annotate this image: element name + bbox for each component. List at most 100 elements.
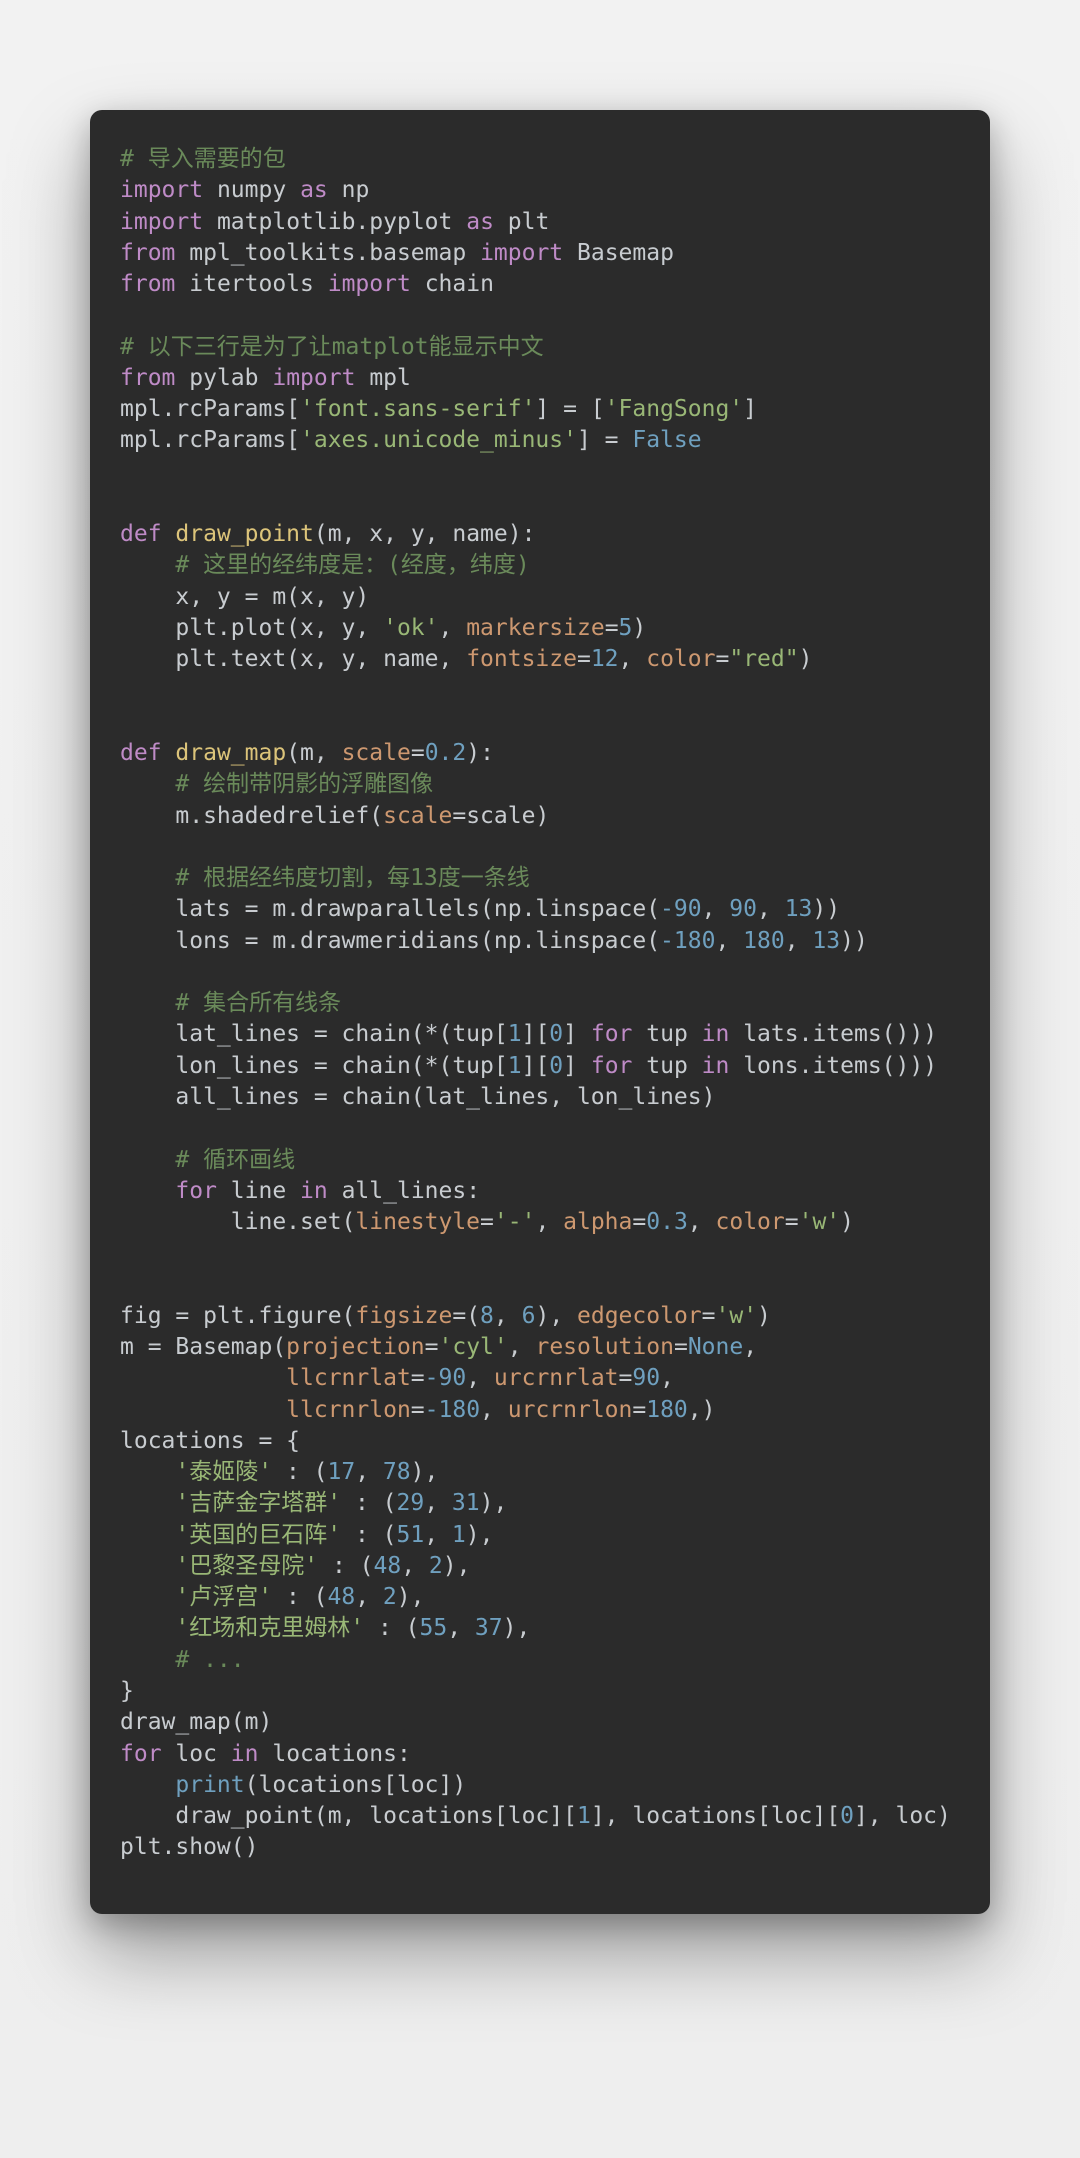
code-number: 1 bbox=[577, 1803, 591, 1829]
code-text: m = Basemap( bbox=[120, 1334, 286, 1360]
code-text: (m, bbox=[286, 740, 341, 766]
code-text: , bbox=[480, 1397, 508, 1423]
code-text: lons = m.drawmeridians(np.linspace( bbox=[175, 928, 660, 954]
code-keyword: in bbox=[231, 1741, 259, 1767]
code-keyword: for bbox=[120, 1741, 162, 1767]
code-text: , bbox=[401, 1553, 429, 1579]
code-comment: # 导入需要的包 bbox=[120, 146, 286, 172]
code-param: llcrnrlon bbox=[286, 1397, 411, 1423]
code-text: ] = bbox=[577, 427, 632, 453]
code-param: linestyle bbox=[355, 1209, 480, 1235]
code-text: : ( bbox=[341, 1522, 396, 1548]
code-text: ) bbox=[632, 615, 646, 641]
code-number: 78 bbox=[383, 1459, 411, 1485]
code-number: 17 bbox=[327, 1459, 355, 1485]
code-text: ), bbox=[411, 1459, 439, 1485]
code-text: draw_point(m, locations[loc][ bbox=[175, 1803, 577, 1829]
code-text: ), bbox=[480, 1490, 508, 1516]
code-keyword: in bbox=[702, 1053, 730, 1079]
code-text: , bbox=[619, 646, 647, 672]
code-keyword: import bbox=[120, 209, 203, 235]
code-text bbox=[120, 1397, 286, 1423]
code-comment: # ... bbox=[175, 1647, 244, 1673]
code-string: 'axes.unicode_minus' bbox=[300, 427, 577, 453]
code-text: ] bbox=[743, 396, 757, 422]
code-text: loc bbox=[162, 1741, 231, 1767]
code-number: 1 bbox=[452, 1522, 466, 1548]
code-text: ), bbox=[466, 1522, 494, 1548]
code-text: plt.show() bbox=[120, 1834, 258, 1860]
code-text: ], locations[loc][ bbox=[591, 1803, 840, 1829]
code-number: 12 bbox=[591, 646, 619, 672]
code-number: 5 bbox=[619, 615, 633, 641]
code-text: = bbox=[480, 1209, 494, 1235]
code-identifier: Basemap bbox=[577, 240, 674, 266]
code-keyword: from bbox=[120, 365, 175, 391]
code-keyword: import bbox=[480, 240, 563, 266]
code-param: color bbox=[646, 646, 715, 672]
code-function-name: draw_map bbox=[175, 740, 286, 766]
code-string: '泰姬陵' bbox=[175, 1459, 272, 1485]
code-text: tup bbox=[632, 1053, 701, 1079]
code-text: , bbox=[424, 1490, 452, 1516]
code-number: 1 bbox=[508, 1053, 522, 1079]
code-string: '-' bbox=[494, 1209, 536, 1235]
code-number: 2 bbox=[429, 1553, 443, 1579]
code-param: markersize bbox=[466, 615, 604, 641]
code-comment: # 绘制带阴影的浮雕图像 bbox=[175, 771, 433, 797]
code-keyword: for bbox=[591, 1021, 633, 1047]
code-identifier: mpl_toolkits.basemap bbox=[189, 240, 466, 266]
code-text: , bbox=[535, 1209, 563, 1235]
code-text: , bbox=[508, 1334, 536, 1360]
code-number: 29 bbox=[396, 1490, 424, 1516]
code-text: ][ bbox=[522, 1021, 550, 1047]
code-text: =( bbox=[452, 1303, 480, 1329]
code-card: # 导入需要的包 import numpy as np import matpl… bbox=[90, 110, 990, 1914]
code-text: locations = { bbox=[120, 1428, 300, 1454]
code-text: ) bbox=[757, 1303, 771, 1329]
code-text: , bbox=[424, 1522, 452, 1548]
code-keyword: import bbox=[272, 365, 355, 391]
code-text: = bbox=[577, 646, 591, 672]
code-text: (m, x, y, name): bbox=[314, 521, 536, 547]
code-number: 13 bbox=[785, 896, 813, 922]
code-identifier: mpl bbox=[369, 365, 411, 391]
code-text: : ( bbox=[318, 1553, 373, 1579]
page-background: # 导入需要的包 import numpy as np import matpl… bbox=[0, 0, 1080, 2158]
code-param: fontsize bbox=[466, 646, 577, 672]
code-text: , bbox=[660, 1365, 674, 1391]
code-string: '吉萨金字塔群' bbox=[175, 1490, 341, 1516]
code-text: = bbox=[411, 740, 425, 766]
code-text: : ( bbox=[272, 1459, 327, 1485]
code-text: ), bbox=[503, 1615, 531, 1641]
code-keyword: for bbox=[591, 1053, 633, 1079]
code-text: ,) bbox=[688, 1397, 716, 1423]
code-comment: # 循环画线 bbox=[175, 1147, 295, 1173]
code-number: -90 bbox=[660, 896, 702, 922]
code-param: urcrnrlon bbox=[508, 1397, 633, 1423]
code-text: : ( bbox=[341, 1490, 396, 1516]
code-keyword: for bbox=[175, 1178, 217, 1204]
code-builtin: print bbox=[175, 1772, 244, 1798]
code-param: resolution bbox=[535, 1334, 673, 1360]
code-text: , bbox=[702, 896, 730, 922]
code-comment: # 以下三行是为了让matplot能显示中文 bbox=[120, 334, 544, 360]
code-identifier: pylab bbox=[189, 365, 258, 391]
code-keyword: as bbox=[466, 209, 494, 235]
code-identifier: itertools bbox=[189, 271, 314, 297]
code-number: 2 bbox=[383, 1584, 397, 1610]
code-number: 0 bbox=[549, 1053, 563, 1079]
code-text: , bbox=[355, 1459, 383, 1485]
code-param: llcrnrlat bbox=[286, 1365, 411, 1391]
code-string: "red" bbox=[729, 646, 798, 672]
code-text: = bbox=[702, 1303, 716, 1329]
code-text: : ( bbox=[364, 1615, 419, 1641]
code-number: 90 bbox=[632, 1365, 660, 1391]
code-number: 37 bbox=[475, 1615, 503, 1641]
code-text: = bbox=[411, 1365, 425, 1391]
code-param: color bbox=[716, 1209, 785, 1235]
code-text: line.set( bbox=[231, 1209, 356, 1235]
code-string: 'FangSong' bbox=[605, 396, 743, 422]
code-number: 31 bbox=[452, 1490, 480, 1516]
code-text: : ( bbox=[272, 1584, 327, 1610]
